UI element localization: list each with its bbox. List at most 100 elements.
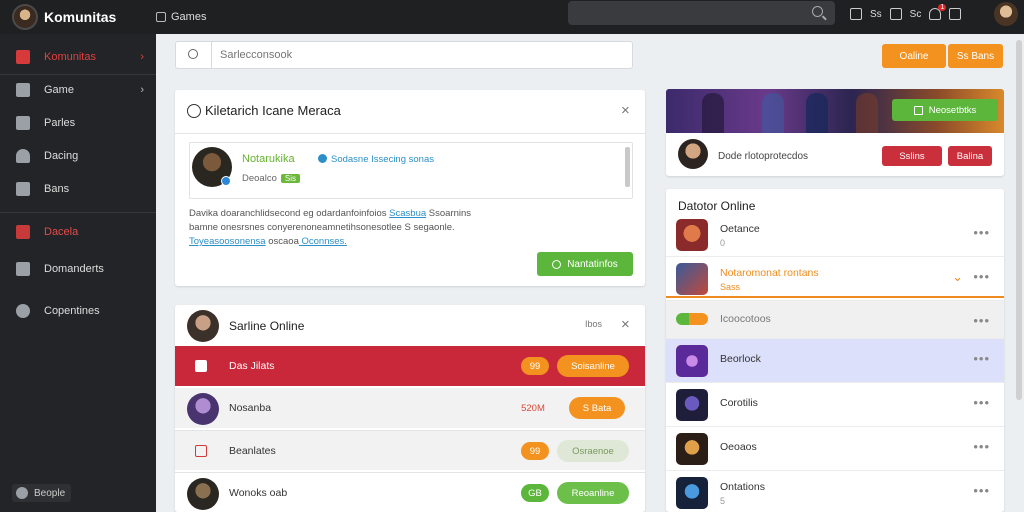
people-icon [16,262,30,276]
more-icon[interactable]: ••• [973,483,990,498]
user-avatar[interactable] [994,2,1018,26]
sidebar-divider [0,212,156,213]
online-name: Oeoaos [720,441,757,453]
body-link[interactable]: Scasbua [389,208,426,219]
gamepad-icon [156,12,166,22]
online-row[interactable]: Beorlock ••• [666,338,1004,382]
online-button[interactable]: Oaline [882,44,946,68]
chevron-right-icon: › [140,84,144,96]
more-icon[interactable]: ••• [973,351,990,366]
bell-icon[interactable]: 1 [929,4,947,20]
sidebar-item-dacing[interactable]: Dacing [0,141,156,171]
sidebar-item-bans[interactable]: Bans [0,174,156,204]
online-row[interactable]: Oetance 0 ••• [666,213,1004,255]
search-action-button[interactable]: Nantatinfos [537,252,633,276]
online-sub: 5 [720,496,726,506]
notification-meta-text: Deoalco [242,173,277,184]
friend-action-button[interactable]: S Bata [569,397,625,419]
online-sub: Sass [720,282,741,292]
sidebar-item-label: Game [44,84,74,96]
body-link[interactable]: Oconnses. [299,236,347,247]
friend-row[interactable]: Nosanba 520M S Bata [175,388,645,428]
banner-button[interactable]: Neosetbtks [892,99,998,121]
game-icon [195,445,207,457]
friend-action-button[interactable]: Reoanline [557,482,629,504]
more-icon[interactable]: ••• [973,439,990,454]
dialog-title: Kiletarich Icane Meraca [205,103,341,118]
notification-subtitle[interactable]: Sodasne Issecing sonas [318,154,434,165]
game-banner[interactable]: Neosetbtks [666,89,1004,133]
monitor-icon[interactable] [850,8,862,20]
status-dot [221,176,231,186]
avatar [676,433,708,465]
user-bar-button-1[interactable]: Sslins [882,146,942,166]
top-icon-label-1[interactable]: Ss [870,9,882,20]
friends-panel: Sarline Online Ibos × Das Jilats 99 Sois… [175,305,645,512]
top-icon-label-2[interactable]: Sc [910,9,922,20]
online-title: Datotor Online [678,199,756,213]
sidebar-item-game[interactable]: Game › [0,75,156,105]
more-icon[interactable]: ••• [973,313,990,328]
app-name: Komunitas [44,9,117,25]
count-pill: 99 [521,442,549,460]
search-input[interactable] [220,46,620,64]
online-row[interactable]: Icoocotoos ••• [666,300,1004,338]
page-scrollbar[interactable] [1016,40,1022,400]
more-icon[interactable]: ••• [973,395,990,410]
online-row[interactable]: Oeoaos ••• [666,426,1004,468]
count-pill: 520M [521,402,545,414]
sidebar-item-label: Domanderts [44,263,104,275]
chat-icon[interactable] [889,8,902,20]
bans-button[interactable]: Ss Bans [948,44,1003,68]
online-name: Beorlock [720,353,761,365]
user-bar-button-label: Sslins [899,150,925,162]
friend-row[interactable]: Wonoks oab GB Reoanline [175,472,645,512]
more-icon[interactable]: ••• [973,269,990,284]
friend-action-button[interactable]: Osraenoe [557,440,629,462]
lock-icon[interactable] [949,8,962,20]
close-icon[interactable]: × [621,103,630,118]
banner-figure [856,93,878,133]
notification-tag: Sis [280,174,300,183]
sidebar-footer-button[interactable]: Beople [12,484,72,502]
sidebar-item-copentines[interactable]: Copentines [0,296,156,326]
close-icon[interactable]: × [621,317,630,332]
scrollbar[interactable] [625,147,630,187]
banner-figure [702,93,724,133]
banner-button-label: Neosetbtks [928,104,977,116]
more-icon[interactable]: ••• [973,225,990,240]
user-bar-text: Dode rlotoprotecdos [718,151,809,162]
online-name: Corotilis [720,397,758,409]
online-button-label: Oaline [899,50,929,62]
user-bar-button-2[interactable]: Balina [948,146,992,166]
online-name: Notaromonat rontans [720,267,819,279]
sidebar-item-dacela[interactable]: Dacela [0,217,156,247]
sidebar-item-parles[interactable]: Parles [0,108,156,138]
online-row[interactable]: Ontations 5 ••• [666,470,1004,512]
count-pill: 99 [521,357,549,375]
home-icon [16,50,30,64]
avatar [676,477,708,509]
user-bar-button-label: Balina [956,150,984,162]
notification-item[interactable]: Notarukika Sodasne Issecing sonas Deoalc… [189,142,633,199]
pen-icon [16,116,30,130]
message-dialog: Kiletarich Icane Meraca × Notarukika Sod… [175,90,645,286]
avatar [676,345,708,377]
search-action-label: Nantatinfos [567,258,618,270]
body-link[interactable]: Toyeasoosonensa [189,236,266,247]
top-search-input[interactable] [568,1,835,25]
chevron-down-icon[interactable]: ⌄ [952,269,964,285]
sidebar-item-domanderts[interactable]: Domanderts [0,254,156,284]
friend-row[interactable]: Beanlates 99 Osraenoe [175,430,645,470]
online-row[interactable]: Corotilis ••• [666,382,1004,424]
search-button[interactable] [176,42,212,68]
games-link[interactable]: Games [156,11,206,23]
friend-action-button[interactable]: Soisanline [557,355,629,377]
notification-badge: 1 [938,4,947,11]
online-sub: 0 [720,238,726,248]
sidebar-item-komunitas[interactable]: Komunitas › [0,42,156,72]
friend-row[interactable]: Das Jilats 99 Soisanline [175,346,645,386]
online-row[interactable]: Notaromonat rontans Sass ⌄ ••• [666,256,1004,298]
app-logo[interactable]: Komunitas [0,4,156,30]
games-link-label: Games [171,11,207,23]
